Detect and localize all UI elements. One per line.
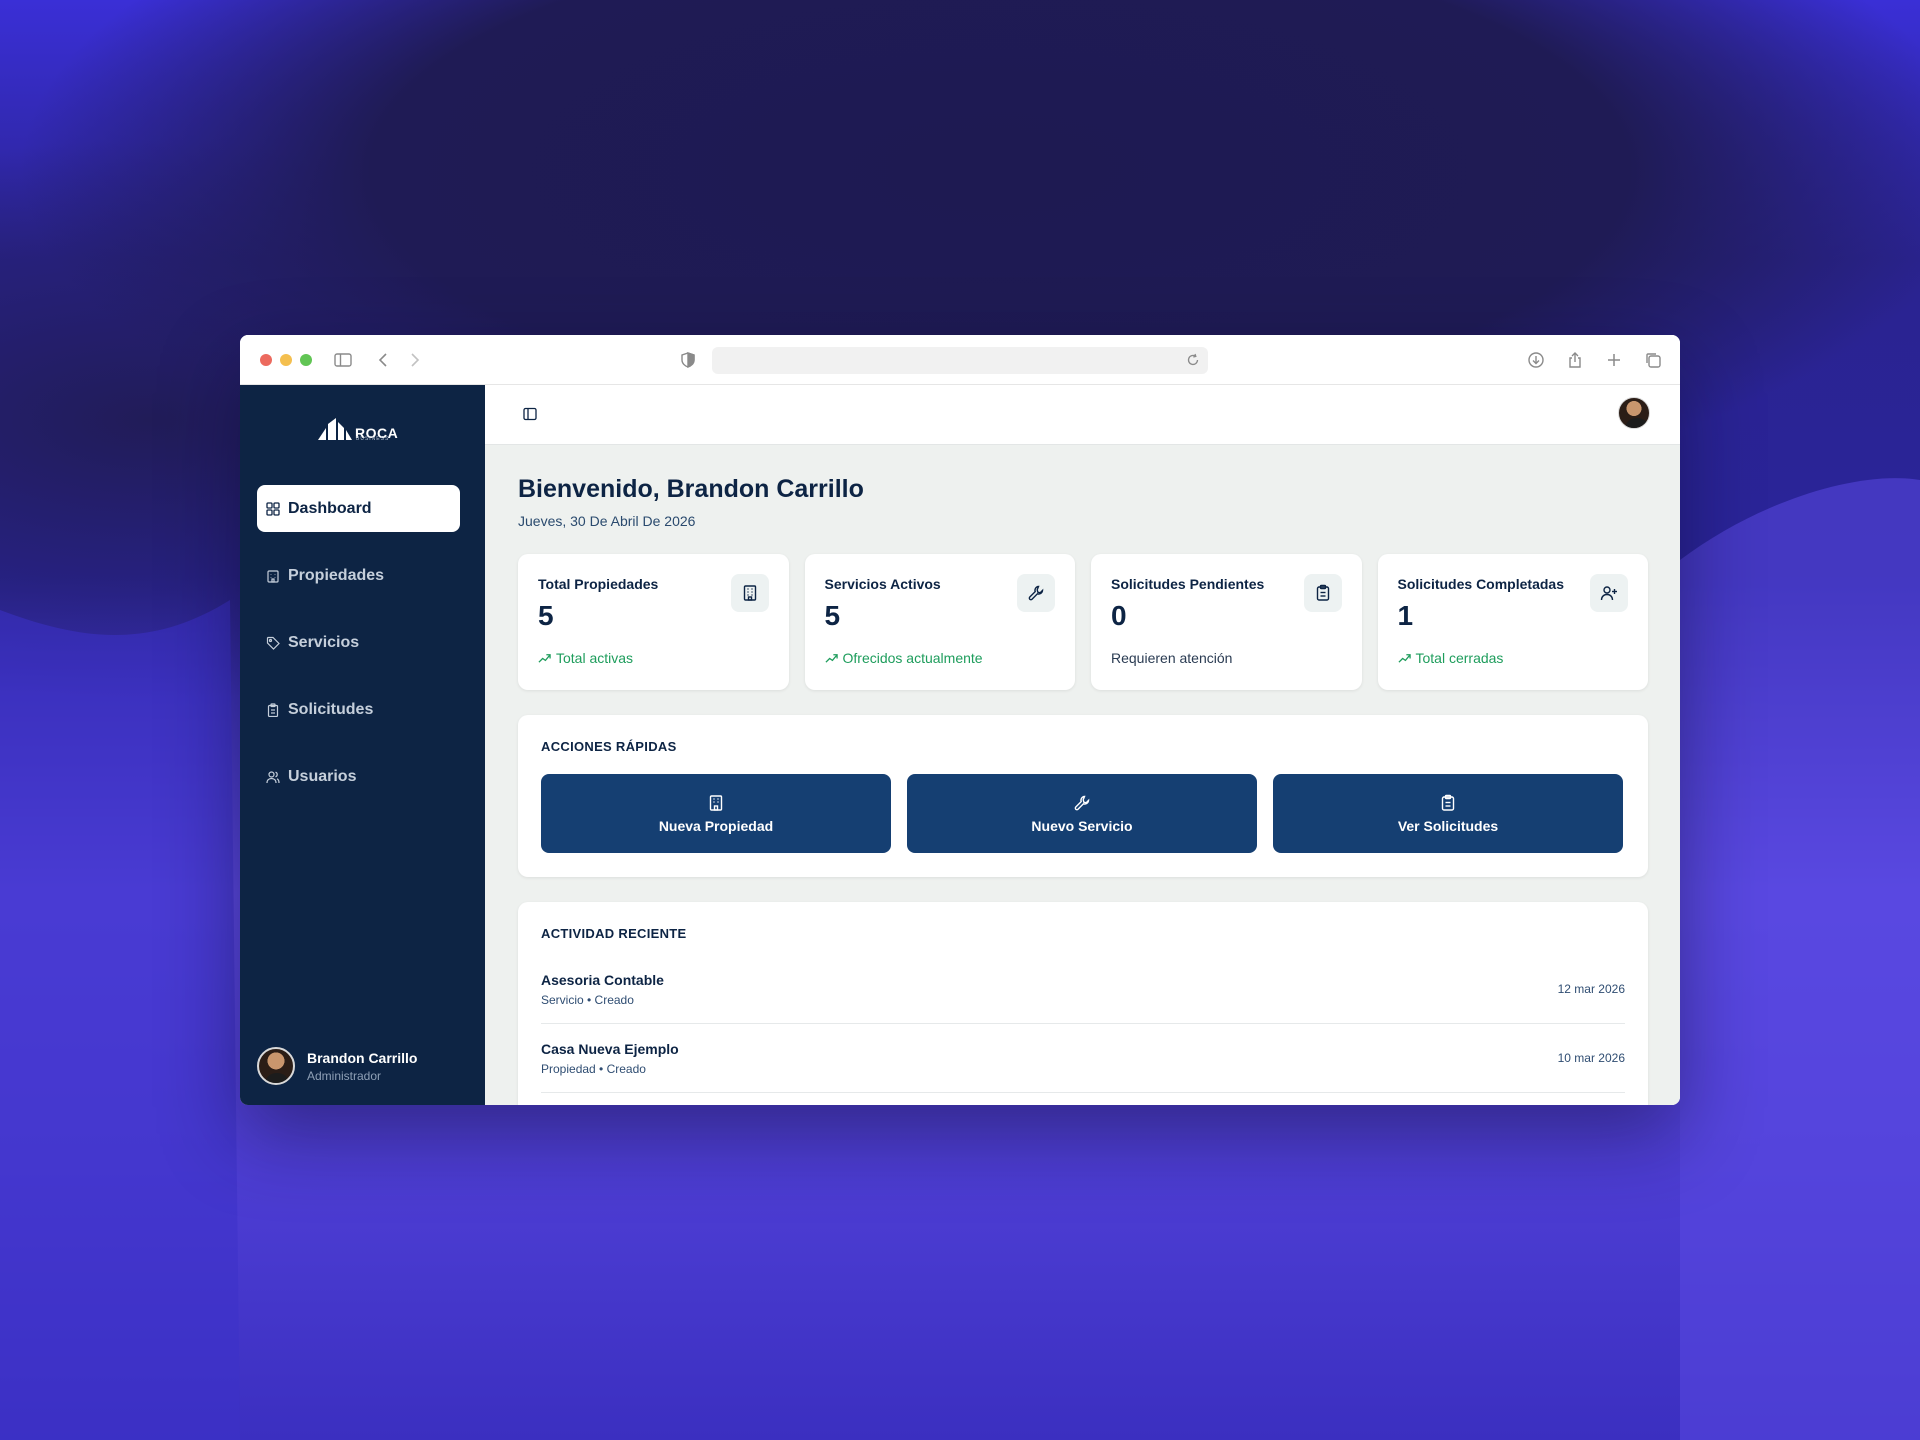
sidebar-item-label: Propiedades	[288, 566, 385, 584]
shield-icon[interactable]	[678, 350, 698, 370]
reload-icon[interactable]	[1186, 353, 1200, 367]
sidebar-item-servicios[interactable]: Servicios	[257, 619, 460, 666]
sidebar-user[interactable]: Brandon Carrillo Administrador	[257, 1047, 417, 1085]
sidebar-toggle-icon[interactable]	[333, 350, 353, 370]
recent-activity-panel: ACTIVIDAD RECIENTE Asesoria Contable Ser…	[518, 902, 1648, 1105]
building-icon	[267, 569, 279, 583]
grid-icon	[266, 501, 280, 516]
dashboard: Bienvenido, Brandon Carrillo Jueves, 30 …	[518, 475, 1648, 1105]
nuevo-servicio-button[interactable]: Nuevo Servicio	[907, 774, 1257, 853]
logo-mark-icon	[318, 418, 352, 440]
activity-list: Asesoria Contable Servicio • Creado 12 m…	[541, 955, 1625, 1093]
browser-titlebar	[240, 335, 1680, 385]
activity-date: 12 mar 2026	[1557, 982, 1625, 996]
maximize-window-button[interactable]	[300, 354, 312, 366]
wrench-icon	[1074, 795, 1090, 810]
stat-footer: Requieren atención	[1111, 650, 1342, 666]
user-plus-icon	[1590, 574, 1628, 612]
current-date: Jueves, 30 De Abril De 2026	[518, 513, 696, 529]
stat-card-total-propiedades: Total Propiedades 5 Total activas	[518, 554, 789, 690]
sidebar-nav: Dashboard Propiedades Servicios Solicitu…	[257, 485, 460, 820]
list-item[interactable]: Casa Nueva Ejemplo Propiedad • Creado 10…	[541, 1024, 1625, 1093]
stat-footer-text: Requieren atención	[1111, 650, 1233, 666]
minimize-window-button[interactable]	[280, 354, 292, 366]
top-bar	[485, 385, 1680, 445]
address-bar[interactable]	[712, 347, 1208, 374]
user-name: Brandon Carrillo	[307, 1049, 418, 1066]
activity-title: Asesoria Contable	[541, 971, 664, 988]
download-icon[interactable]	[1526, 350, 1546, 370]
activity-subtitle: Propiedad • Creado	[541, 1061, 646, 1076]
wrench-icon	[1017, 574, 1055, 612]
quick-actions-title: ACCIONES RÁPIDAS	[541, 739, 677, 754]
sidebar-item-dashboard[interactable]: Dashboard	[257, 485, 460, 532]
recent-activity-title: ACTIVIDAD RECIENTE	[541, 926, 687, 941]
stat-footer-text: Ofrecidos actualmente	[842, 650, 983, 666]
nueva-propiedad-button[interactable]: Nueva Propiedad	[541, 774, 891, 853]
tag-icon	[266, 636, 280, 650]
window-controls	[260, 354, 312, 366]
building-icon	[709, 794, 723, 811]
list-item[interactable]: Asesoria Contable Servicio • Creado 12 m…	[541, 955, 1625, 1024]
user-role: Administrador	[307, 1068, 382, 1083]
forward-icon[interactable]	[404, 350, 424, 370]
clipboard-icon	[267, 702, 279, 717]
stat-footer: Ofrecidos actualmente	[824, 650, 1056, 666]
clipboard-icon	[1441, 794, 1455, 811]
trending-up-icon	[824, 653, 838, 663]
stat-footer: Total cerradas	[1397, 650, 1629, 666]
users-icon	[266, 770, 280, 783]
stat-card-solicitudes-completadas: Solicitudes Completadas 1 Total cerradas	[1377, 554, 1648, 690]
clipboard-icon	[1303, 574, 1342, 612]
sidebar-item-label: Usuarios	[288, 767, 357, 785]
sidebar-item-label: Servicios	[288, 633, 360, 651]
new-tab-icon[interactable]	[1604, 350, 1624, 370]
stats-row: Total Propiedades 5 Total activas Servic…	[518, 554, 1648, 690]
sidebar-item-propiedades[interactable]: Propiedades	[257, 552, 460, 599]
quick-actions-panel: ACCIONES RÁPIDAS Nueva Propiedad Nuevo S…	[518, 715, 1648, 877]
stat-footer-text: Total activas	[556, 650, 634, 666]
stat-card-solicitudes-pendientes: Solicitudes Pendientes 0 Requieren atenc…	[1091, 554, 1362, 690]
roca-logo[interactable]: ROCA BUSINESS	[318, 418, 398, 442]
button-label: Ver Solicitudes	[1397, 817, 1499, 834]
activity-title: Casa Nueva Ejemplo	[541, 1040, 679, 1057]
sidebar-item-usuarios[interactable]: Usuarios	[257, 753, 460, 800]
close-window-button[interactable]	[260, 354, 272, 366]
stat-footer: Total activas	[538, 650, 769, 666]
building-icon	[730, 574, 769, 612]
trending-up-icon	[538, 653, 551, 663]
sidebar-item-label: Solicitudes	[288, 700, 374, 718]
panel-toggle-icon[interactable]	[522, 406, 538, 422]
main-content: Bienvenido, Brandon Carrillo Jueves, 30 …	[485, 385, 1680, 1105]
stat-footer-text: Total cerradas	[1415, 650, 1504, 666]
sidebar-item-label: Dashboard	[288, 499, 372, 517]
page-title: Bienvenido, Brandon Carrillo	[518, 475, 864, 503]
trending-up-icon	[1397, 653, 1411, 663]
logo-subtext: BUSINESS	[356, 436, 390, 442]
sidebar: ROCA BUSINESS Dashboard Propiedades Serv…	[240, 385, 485, 1105]
activity-subtitle: Servicio • Creado	[541, 992, 634, 1007]
quick-actions: Nueva Propiedad Nuevo Servicio Ver Solic…	[541, 774, 1625, 853]
button-label: Nuevo Servicio	[1031, 817, 1133, 834]
stat-card-servicios-activos: Servicios Activos 5 Ofrecidos actualment…	[804, 554, 1075, 690]
activity-date: 10 mar 2026	[1557, 1051, 1625, 1065]
header-avatar[interactable]	[1618, 397, 1650, 429]
button-label: Nueva Propiedad	[658, 817, 774, 834]
ver-solicitudes-button[interactable]: Ver Solicitudes	[1273, 774, 1623, 853]
browser-window: ROCA BUSINESS Dashboard Propiedades Serv…	[240, 335, 1680, 1105]
sidebar-item-solicitudes[interactable]: Solicitudes	[257, 686, 460, 733]
avatar	[257, 1047, 295, 1085]
back-icon[interactable]	[374, 350, 394, 370]
share-icon[interactable]	[1565, 350, 1585, 370]
app: ROCA BUSINESS Dashboard Propiedades Serv…	[240, 385, 1680, 1105]
tabs-overview-icon[interactable]	[1643, 350, 1663, 370]
